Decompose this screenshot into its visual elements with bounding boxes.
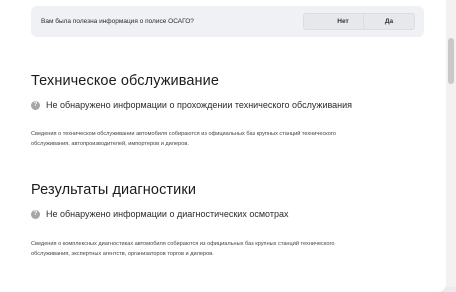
scrollbar[interactable] [446, 0, 456, 287]
diagnostics-description-line: обслуживания, экспертных агентств, орган… [31, 251, 214, 257]
diagnostics-description-line: Сведения о комплексных диагностиках авто… [31, 241, 335, 247]
question-circle-icon: ? [31, 209, 40, 219]
maintenance-title: Техническое обслуживание [31, 73, 219, 89]
diagnostics-description: Сведения о комплексных диагностиках авто… [31, 239, 391, 259]
feedback-yes-button[interactable]: Да [363, 13, 415, 30]
question-circle-icon: ? [31, 100, 40, 110]
feedback-panel: Вам была полезна информация о полисе ОСА… [31, 6, 424, 37]
report-page: Вам была полезна информация о полисе ОСА… [0, 0, 446, 292]
maintenance-status: ? Не обнаружено информации о прохождении… [31, 100, 352, 110]
diagnostics-title: Результаты диагностики [31, 182, 197, 198]
diagnostics-status: ? Не обнаружено информации о диагностиче… [31, 209, 288, 219]
scrollbar-thumb[interactable] [448, 38, 454, 84]
maintenance-description-line: Сведения о техническом обслуживании авто… [31, 131, 336, 137]
maintenance-description-line: обслуживания, автопроизводителей, импорт… [31, 141, 189, 147]
maintenance-status-text: Не обнаружено информации о прохождении т… [46, 100, 353, 110]
diagnostics-status-text: Не обнаружено информации о диагностическ… [46, 209, 289, 219]
maintenance-description: Сведения о техническом обслуживании авто… [31, 129, 391, 149]
feedback-question: Вам была полезна информация о полисе ОСА… [41, 18, 194, 25]
